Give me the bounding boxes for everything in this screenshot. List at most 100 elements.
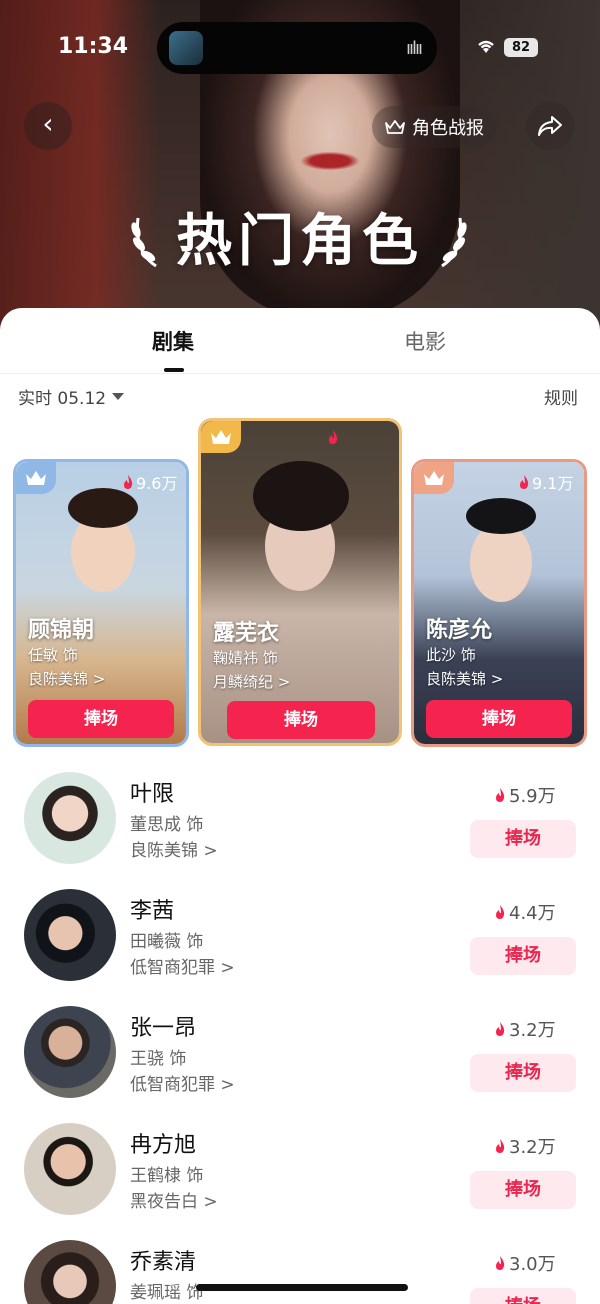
show-link[interactable]: 月鳞绮纪 >	[213, 671, 290, 692]
chevron-left-icon: ‹	[42, 107, 54, 140]
share-button[interactable]	[526, 102, 574, 150]
character-face	[470, 522, 532, 602]
actor-name: 任敏 饰	[28, 646, 78, 664]
home-indicator[interactable]	[196, 1284, 408, 1291]
laurel-right-icon	[441, 217, 467, 268]
heat-text: 3.0万	[509, 1254, 556, 1275]
top-card-rank-2[interactable]: 9.6万 顾锦朝 任敏 饰 良陈美锦 > 捧场	[13, 459, 189, 747]
heat-value: 5.9万	[494, 782, 556, 808]
character-hair	[68, 488, 138, 528]
page-title: 热门角色	[176, 209, 424, 274]
show-link[interactable]: 低智商犯罪 >	[130, 953, 235, 978]
rank-badge	[16, 462, 56, 494]
tab-movies[interactable]: 电影	[404, 326, 446, 356]
caret-down-icon	[112, 393, 125, 400]
heat-value: 3.0万	[494, 1250, 556, 1276]
active-tab-indicator	[164, 368, 184, 372]
show-link[interactable]: 良陈美锦 >	[130, 836, 218, 861]
list-item[interactable]: 张一昂 王骁 饰 低智商犯罪 > 3.2万 捧场	[0, 1006, 600, 1122]
list-item[interactable]: 李茜 田曦薇 饰 低智商犯罪 > 4.4万 捧场	[0, 889, 600, 1005]
crown-icon	[424, 471, 444, 485]
support-button[interactable]: 捧场	[470, 937, 576, 975]
actor-name: 王骁 饰	[130, 1049, 187, 1069]
heat-text: 9.1万	[532, 474, 574, 493]
list-item[interactable]: 叶限 董思成 饰 良陈美锦 > 5.9万 捧场	[0, 772, 600, 888]
top-card-rank-3[interactable]: 9.1万 陈彦允 此沙 饰 良陈美锦 > 捧场	[411, 459, 587, 747]
avatar	[24, 772, 116, 864]
top-card-rank-1[interactable]: 露芜衣 鞠婧祎 饰 月鳞绮纪 > 捧场	[198, 418, 402, 746]
rank-badge	[414, 462, 454, 494]
category-tabs: 剧集 电影	[0, 308, 600, 374]
character-image	[201, 421, 399, 743]
avatar	[24, 1006, 116, 1098]
show-link[interactable]: 黑夜告白 >	[130, 1187, 218, 1212]
character-name: 顾锦朝	[28, 618, 95, 643]
character-hair	[253, 461, 349, 531]
show-link[interactable]: 良陈美锦 >	[28, 668, 105, 689]
support-button[interactable]: 捧场	[470, 820, 576, 858]
flame-icon	[496, 788, 505, 802]
role-report-button[interactable]: 角色战报	[372, 106, 496, 148]
heat-value: 4.4万	[494, 899, 556, 925]
heat-value: 3.2万	[494, 1016, 556, 1042]
avatar	[24, 1240, 116, 1304]
character-name: 李茜	[130, 899, 175, 924]
heat-text: 9.6万	[136, 474, 178, 493]
support-button[interactable]: 捧场	[470, 1054, 576, 1092]
actor-name: 王鹤棣 饰	[130, 1166, 204, 1186]
dynamic-island[interactable]: ıılıı	[157, 22, 437, 74]
now-playing-thumbnail	[169, 31, 203, 65]
character-hair	[466, 498, 536, 534]
tab-series[interactable]: 剧集	[152, 326, 194, 356]
character-name: 张一昂	[130, 1016, 197, 1041]
crown-icon	[211, 430, 231, 444]
actor-name: 此沙 饰	[426, 646, 476, 664]
flame-icon	[329, 430, 338, 444]
character-name: 冉方旭	[130, 1133, 197, 1158]
role-report-label: 角色战报	[412, 118, 484, 139]
crown-icon	[26, 471, 46, 485]
actor-name: 田曦薇 饰	[130, 932, 204, 952]
list-item[interactable]: 冉方旭 王鹤棣 饰 黑夜告白 > 3.2万 捧场	[0, 1123, 600, 1239]
actor-name: 姜珮瑶 饰	[130, 1283, 204, 1303]
heat-text: 3.2万	[509, 1020, 556, 1041]
character-name: 叶限	[130, 782, 175, 807]
show-link[interactable]: 低智商犯罪 >	[130, 1070, 235, 1095]
rules-link[interactable]: 规则	[544, 384, 578, 409]
status-time: 11:34	[58, 34, 129, 59]
heat-value: 3.2万	[494, 1133, 556, 1159]
heat-value: 9.1万	[518, 470, 573, 494]
character-name: 露芜衣	[213, 621, 280, 646]
wifi-icon	[476, 38, 496, 58]
heat-value: 9.6万	[122, 470, 177, 494]
heat-value	[327, 429, 341, 445]
flame-icon	[496, 905, 505, 919]
flame-icon	[124, 475, 133, 489]
flame-icon	[496, 1256, 505, 1270]
battery-indicator: 82	[504, 38, 538, 57]
share-icon	[538, 116, 562, 136]
heat-text: 5.9万	[509, 786, 556, 807]
flame-icon	[520, 475, 529, 489]
list-item[interactable]: 乔素清 姜珮瑶 饰 3.0万 捧场	[0, 1240, 600, 1304]
support-button[interactable]: 捧场	[426, 700, 572, 738]
avatar	[24, 1123, 116, 1215]
actor-name: 鞠婧祎 饰	[213, 649, 278, 667]
heat-text: 3.2万	[509, 1137, 556, 1158]
flame-icon	[496, 1139, 505, 1153]
support-button[interactable]: 捧场	[470, 1288, 576, 1304]
character-name: 陈彦允	[426, 618, 493, 643]
show-link[interactable]: 良陈美锦 >	[426, 668, 503, 689]
flame-icon	[496, 1022, 505, 1036]
crown-icon	[385, 120, 405, 134]
audio-wave-icon: ıılıı	[405, 38, 423, 59]
support-button[interactable]: 捧场	[28, 700, 174, 738]
back-button[interactable]: ‹	[24, 102, 72, 150]
heat-text: 4.4万	[509, 903, 556, 924]
support-button[interactable]: 捧场	[470, 1171, 576, 1209]
hero-banner: 11:34 ıılıı 82 ‹ 角色战报 热门角色	[0, 0, 600, 340]
actor-name: 董思成 饰	[130, 815, 204, 835]
character-name: 乔素清	[130, 1250, 197, 1275]
support-button[interactable]: 捧场	[227, 701, 375, 739]
date-filter[interactable]: 实时 05.12	[18, 384, 125, 409]
